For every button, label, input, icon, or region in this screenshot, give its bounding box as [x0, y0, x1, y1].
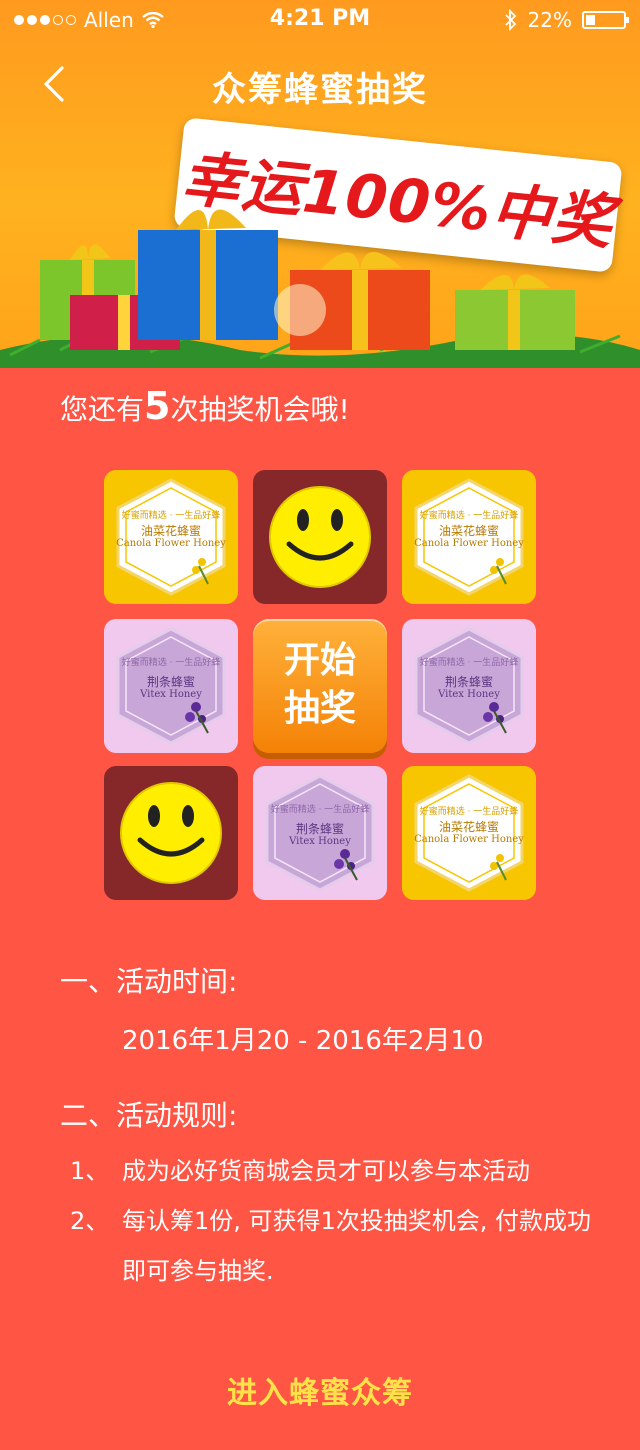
- prize-tagline: 好蜜而精选 · 一生品好蜂: [419, 511, 519, 521]
- prize-tagline: 好蜜而精选 · 一生品好蜂: [121, 511, 221, 521]
- rule-number: 2、: [70, 1207, 110, 1235]
- prize-name-cn: 油菜花蜂蜜: [438, 820, 499, 834]
- prize-name-cn: 油菜花蜂蜜: [438, 524, 499, 538]
- prize-tagline: 好蜜而精选 · 一生品好蜂: [419, 807, 519, 817]
- activity-time-value: 2016年1月20 - 2016年2月10: [122, 1026, 484, 1056]
- prize-name-en: Vitex Honey: [289, 836, 351, 847]
- prize-vitex-honey: 好蜜而精选 · 一生品好蜂 荆条蜂蜜 Vitex Honey: [253, 766, 387, 900]
- battery-percent: 22%: [527, 8, 572, 32]
- enter-crowdfunding-link[interactable]: 进入蜂蜜众筹: [0, 1368, 640, 1412]
- prize-name-en: Canola Flower Honey: [414, 834, 524, 845]
- prize-canola-honey: 好蜜而精选 · 一生品好蜂 油菜花蜂蜜 Canola Flower Honey: [104, 470, 238, 604]
- prize-name-cn: 荆条蜂蜜: [146, 675, 195, 689]
- smiley-icon: [120, 782, 222, 884]
- activity-time-heading: 一、活动时间:: [60, 965, 238, 998]
- prize-name-cn: 荆条蜂蜜: [295, 822, 344, 836]
- prize-tagline: 好蜜而精选 · 一生品好蜂: [121, 658, 221, 668]
- page-title: 众筹蜂蜜抽奖: [212, 70, 428, 110]
- gift-boxes-illustration: [0, 209, 640, 368]
- start-label-line2: 抽奖: [283, 688, 356, 729]
- prize-name-cn: 油菜花蜂蜜: [140, 524, 201, 538]
- battery-icon: [582, 11, 629, 29]
- lottery-grid: 好蜜而精选 · 一生品好蜂 油菜花蜂蜜 Canola Flower Honey …: [104, 470, 536, 900]
- prize-name-en: Canola Flower Honey: [414, 538, 524, 549]
- smiley-icon: [269, 486, 371, 588]
- nav-bar: 众筹蜂蜜抽奖: [0, 40, 640, 128]
- prize-name-en: Canola Flower Honey: [116, 538, 226, 549]
- chances-prefix: 您还有: [60, 393, 145, 426]
- start-lottery-button[interactable]: 开始 抽奖: [253, 619, 387, 753]
- prize-smiley: [253, 470, 387, 604]
- prize-smiley: [104, 766, 238, 900]
- activity-rules-heading: 二、活动规则:: [60, 1099, 238, 1132]
- chances-count: 5: [144, 384, 171, 428]
- chances-text: 您还有5次抽奖机会哦!: [60, 384, 350, 428]
- prize-vitex-honey: 好蜜而精选 · 一生品好蜂 荆条蜂蜜 Vitex Honey: [104, 619, 238, 753]
- prize-name-en: Vitex Honey: [140, 689, 202, 700]
- prize-canola-honey: 好蜜而精选 · 一生品好蜂 油菜花蜂蜜 Canola Flower Honey: [402, 766, 536, 900]
- prize-vitex-honey: 好蜜而精选 · 一生品好蜂 荆条蜂蜜 Vitex Honey: [402, 619, 536, 753]
- prize-name-en: Vitex Honey: [438, 689, 500, 700]
- banner: Allen 4:21 PM 22% 众筹蜂蜜抽奖 幸运100%中奖: [0, 0, 640, 368]
- rule-number: 1、: [70, 1157, 110, 1185]
- prize-tagline: 好蜜而精选 · 一生品好蜂: [419, 658, 519, 668]
- prize-canola-honey: 好蜜而精选 · 一生品好蜂 油菜花蜂蜜 Canola Flower Honey: [402, 470, 536, 604]
- start-label-line1: 开始: [283, 640, 356, 681]
- rule-text: 成为必好货商城会员才可以参与本活动: [122, 1157, 530, 1185]
- bluetooth-icon: [504, 9, 516, 31]
- status-bar: Allen 4:21 PM 22%: [0, 0, 640, 40]
- prize-name-cn: 荆条蜂蜜: [444, 675, 493, 689]
- rule-text: 每认筹1份, 可获得1次投抽奖机会, 付款成功即可参与抽奖.: [122, 1207, 592, 1285]
- chances-suffix: 次抽奖机会哦!: [170, 393, 350, 426]
- prize-tagline: 好蜜而精选 · 一生品好蜂: [270, 805, 370, 815]
